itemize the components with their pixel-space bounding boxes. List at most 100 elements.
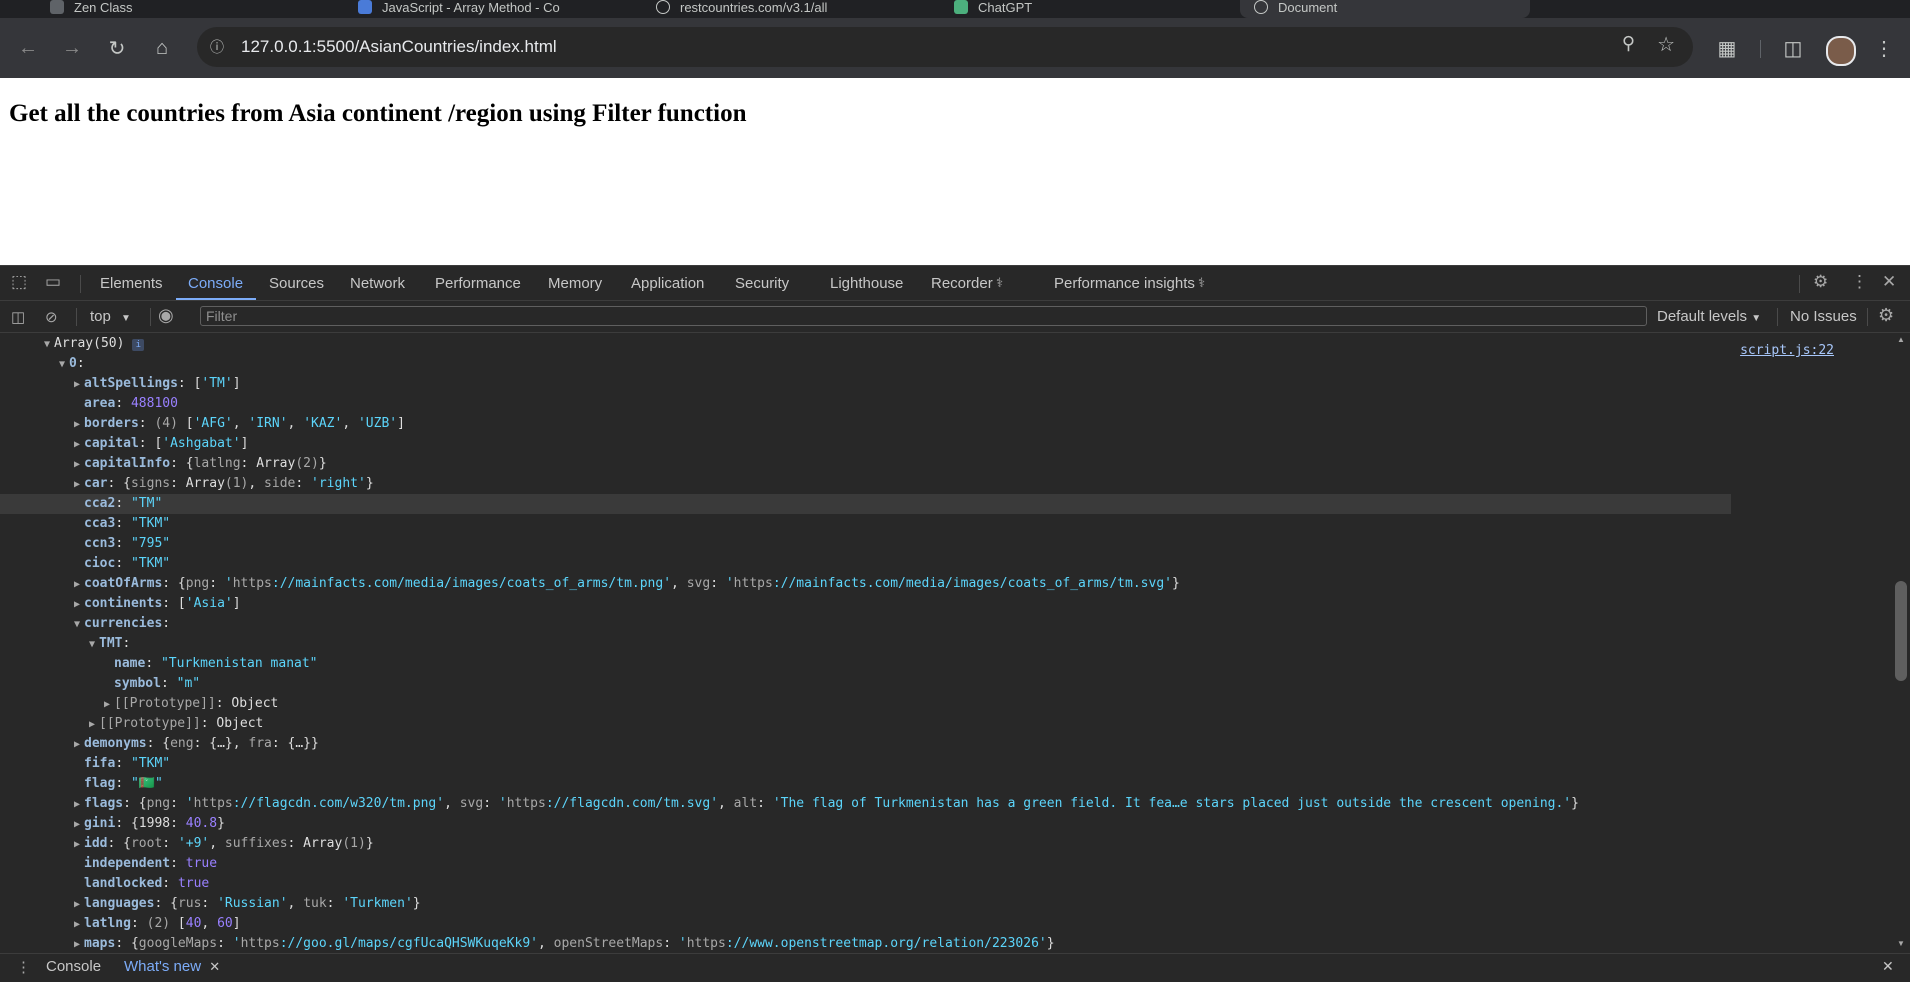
reload-icon[interactable]: ↻	[101, 32, 133, 64]
tab-performance[interactable]: Performance	[435, 275, 521, 292]
inspect-element-icon[interactable]: ⬚	[11, 272, 27, 292]
console-scrollbar[interactable]: ▲ ▼	[1892, 333, 1910, 953]
context-selector[interactable]: top ▼	[90, 308, 131, 325]
console-line[interactable]: ▼ Array(50) i	[0, 334, 145, 355]
menu-kebab-icon[interactable]: ⋮	[1868, 32, 1900, 64]
tab-security[interactable]: Security	[735, 275, 789, 292]
console-line[interactable]: ▶ car: {signs: Array(1), side: 'right'}	[0, 474, 374, 494]
console-filter-input[interactable]: Filter	[200, 306, 1647, 326]
drawer-menu-icon[interactable]: ⋮	[16, 958, 31, 976]
settings-gear-icon[interactable]: ⚙	[1813, 272, 1828, 292]
tab-network[interactable]: Network	[350, 275, 405, 292]
scroll-down-icon[interactable]: ▼	[1897, 939, 1905, 948]
collapsed-triangle-icon[interactable]: ▶	[70, 915, 84, 935]
tab-performance-insights[interactable]: Performance insights	[1054, 275, 1195, 292]
source-link[interactable]: script.js:22	[1740, 343, 1834, 358]
console-line[interactable]: ▶ coatOfArms: {png: 'https://mainfacts.co…	[0, 574, 1180, 594]
tab-document[interactable]: Document	[1240, 0, 1530, 18]
drawer-tab-console[interactable]: Console	[46, 958, 101, 975]
tab-array-method[interactable]: JavaScript - Array Method - Co	[358, 0, 628, 18]
bookmark-star-icon[interactable]: ☆	[1657, 32, 1675, 57]
expanded-triangle-icon[interactable]: ▼	[85, 635, 99, 655]
console-line[interactable]: ▶ continents: ['Asia']	[0, 594, 241, 614]
tab-recorder[interactable]: Recorder	[931, 275, 993, 292]
console-line[interactable]: ▶ [[Prototype]]: Object	[0, 694, 278, 714]
collapsed-triangle-icon[interactable]: ▶	[70, 375, 84, 395]
console-line[interactable]: ▶ altSpellings: ['TM']	[0, 374, 241, 394]
console-line[interactable]: ▶ [[Prototype]]: Object	[0, 714, 263, 734]
address-bar[interactable]: ⓘ 127.0.0.1:5500/AsianCountries/index.ht…	[197, 27, 1693, 67]
extensions-icon[interactable]: ▦	[1711, 32, 1743, 64]
console-line[interactable]: ▶ maps: {googleMaps: 'https://goo.gl/maps…	[0, 934, 1055, 953]
tab-label: JavaScript - Array Method - Co	[382, 0, 560, 15]
live-expression-eye-icon[interactable]: ◉	[158, 305, 174, 326]
console-line[interactable]: ▶ capitalInfo: {latlng: Array(2)}	[0, 454, 327, 474]
console-line[interactable]: ▼ currencies:	[0, 614, 170, 634]
console-line: independent: true	[0, 854, 217, 874]
collapsed-triangle-icon[interactable]: ▶	[70, 415, 84, 435]
console-line-text: capital: ['Ashgabat']	[84, 436, 249, 451]
console-settings-gear-icon[interactable]: ⚙	[1878, 305, 1894, 326]
tab-restcountries[interactable]: restcountries.com/v3.1/all	[656, 0, 926, 18]
collapsed-triangle-icon[interactable]: ▶	[70, 835, 84, 855]
console-line[interactable]: ▶ flags: {png: 'https://flagcdn.com/w320/…	[0, 794, 1579, 814]
clear-console-icon[interactable]: ⊘	[45, 308, 58, 326]
drawer-tab-whats-new[interactable]: What's new ✕	[124, 958, 220, 975]
close-devtools-icon[interactable]: ✕	[1882, 272, 1896, 292]
chevron-down-icon: ▼	[121, 313, 131, 324]
console-line[interactable]: ▶ languages: {rus: 'Russian', tuk: 'Turkm…	[0, 894, 421, 914]
more-options-icon[interactable]: ⋮	[1851, 272, 1868, 292]
collapsed-triangle-icon[interactable]: ▶	[70, 575, 84, 595]
back-icon[interactable]: ←	[12, 32, 44, 64]
tab-console[interactable]: Console	[188, 275, 243, 292]
expanded-triangle-icon[interactable]: ▼	[40, 335, 54, 355]
collapsed-triangle-icon[interactable]: ▶	[70, 455, 84, 475]
expanded-triangle-icon[interactable]: ▼	[70, 615, 84, 635]
collapsed-triangle-icon[interactable]: ▶	[70, 795, 84, 815]
console-line[interactable]: ▶ borders: (4) ['AFG', 'IRN', 'KAZ', 'UZB…	[0, 414, 405, 434]
close-tab-icon[interactable]: ✕	[209, 959, 220, 974]
collapsed-triangle-icon[interactable]: ▶	[70, 475, 84, 495]
console-line[interactable]: ▼ 0:	[0, 354, 85, 374]
collapsed-triangle-icon[interactable]: ▶	[85, 715, 99, 735]
collapsed-triangle-icon[interactable]: ▶	[70, 935, 84, 953]
collapsed-triangle-icon[interactable]: ▶	[100, 695, 114, 715]
flask-icon: ⚕	[996, 275, 1004, 290]
avatar[interactable]	[1826, 36, 1856, 66]
device-toolbar-icon[interactable]: ▭	[45, 272, 61, 292]
close-drawer-icon[interactable]: ✕	[1882, 958, 1894, 975]
console-line[interactable]: ▶ demonyms: {eng: {…}, fra: {…}}	[0, 734, 319, 754]
console-line[interactable]: ▶ gini: {1998: 40.8}	[0, 814, 225, 834]
zoom-icon[interactable]: ⚲	[1622, 33, 1635, 54]
info-icon[interactable]: i	[132, 339, 145, 351]
site-info-icon[interactable]: ⓘ	[203, 33, 231, 61]
console-line[interactable]: ▶ latlng: (2) [40, 60]	[0, 914, 241, 934]
tab-memory[interactable]: Memory	[548, 275, 602, 292]
forward-icon[interactable]: →	[56, 32, 88, 64]
collapsed-triangle-icon[interactable]: ▶	[70, 735, 84, 755]
console-line[interactable]: ▼ TMT:	[0, 634, 130, 654]
tab-elements[interactable]: Elements	[100, 275, 163, 292]
collapsed-triangle-icon[interactable]: ▶	[70, 815, 84, 835]
scroll-up-icon[interactable]: ▲	[1897, 335, 1905, 344]
console-line[interactable]: ▶ idd: {root: '+9', suffixes: Array(1)}	[0, 834, 374, 854]
expanded-triangle-icon[interactable]: ▼	[55, 355, 69, 375]
scrollbar-thumb[interactable]	[1895, 581, 1907, 681]
console-line-text: borders: (4) ['AFG', 'IRN', 'KAZ', 'UZB'…	[84, 416, 405, 431]
tab-sources[interactable]: Sources	[269, 275, 324, 292]
tab-zen-class[interactable]: Zen Class	[50, 0, 340, 18]
collapsed-triangle-icon[interactable]: ▶	[70, 435, 84, 455]
log-levels-dropdown[interactable]: Default levels ▼	[1657, 308, 1761, 325]
collapsed-triangle-icon[interactable]: ▶	[70, 595, 84, 615]
collapsed-triangle-icon[interactable]: ▶	[70, 895, 84, 915]
tab-application[interactable]: Application	[631, 275, 704, 292]
console-line[interactable]: ▶ capital: ['Ashgabat']	[0, 434, 248, 454]
address-url[interactable]: 127.0.0.1:5500/AsianCountries/index.html	[241, 37, 557, 57]
tab-label: restcountries.com/v3.1/all	[680, 0, 828, 15]
tab-lighthouse[interactable]: Lighthouse	[830, 275, 903, 292]
home-icon[interactable]: ⌂	[146, 32, 178, 64]
tab-chatgpt[interactable]: ChatGPT	[954, 0, 1224, 18]
issues-counter[interactable]: No Issues	[1790, 308, 1857, 325]
sidebar-toggle-icon[interactable]: ◫	[11, 308, 25, 326]
side-panel-icon[interactable]: ◫	[1777, 32, 1809, 64]
